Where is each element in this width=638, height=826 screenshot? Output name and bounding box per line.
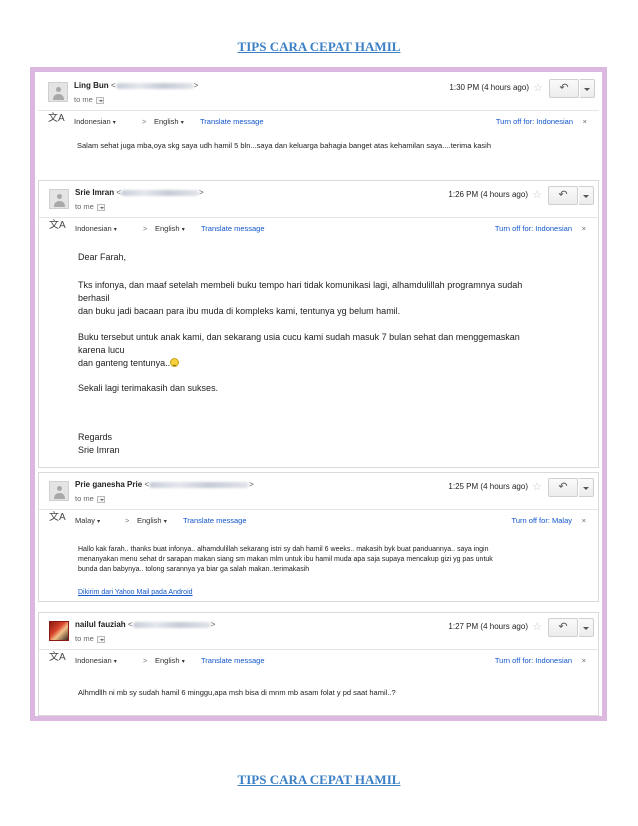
- email-paragraph-1: Tks infonya, dan maaf setelah membeli bu…: [78, 280, 523, 316]
- star-icon[interactable]: ☆: [533, 81, 543, 94]
- turn-off-translation-link[interactable]: Turn off for: Indonesian: [495, 656, 572, 665]
- recipient-line: to me: [75, 494, 105, 503]
- avatar: [48, 82, 68, 102]
- target-language-select[interactable]: English ▾: [137, 516, 167, 525]
- email-body: Hallo kak farah.. thanks buat infonya.. …: [78, 546, 493, 573]
- translation-bar: 文A Indonesian ▾ > English ▾ Translate me…: [39, 650, 598, 670]
- email-body: Salam sehat juga mba,oya skg saya udh ha…: [77, 141, 491, 150]
- turn-off-translation-link[interactable]: Turn off for: Indonesian: [496, 117, 573, 126]
- screenshot-frame: Ling Bun < > to me 1:30 PM (4 hours ago) …: [30, 67, 607, 721]
- email-time: 1:27 PM (4 hours ago): [448, 622, 528, 631]
- details-dropdown-icon[interactable]: [96, 495, 105, 503]
- source-language-select[interactable]: Malay ▾: [75, 516, 100, 525]
- redacted-email: [132, 621, 211, 628]
- source-language-select[interactable]: Indonesian ▾: [74, 117, 116, 126]
- email-body: Alhmdllh ni mb sy sudah hamil 6 minggu,a…: [78, 688, 396, 697]
- source-language-select[interactable]: Indonesian ▾: [75, 656, 117, 665]
- sender-line[interactable]: Prie ganesha Prie < >: [75, 480, 254, 489]
- more-options-button[interactable]: [579, 618, 594, 637]
- language-arrow: >: [143, 224, 148, 233]
- email-card-srie-imran: Srie Imran < > to me 1:26 PM (4 hours ago…: [38, 180, 599, 468]
- close-icon[interactable]: ×: [583, 117, 587, 126]
- email-signature: Regards Srie Imran: [78, 432, 120, 455]
- sender-name: Prie ganesha Prie: [75, 480, 143, 489]
- recipient-line: to me: [75, 634, 105, 643]
- turn-off-translation-link[interactable]: Turn off for: Indonesian: [495, 224, 572, 233]
- email-header: Srie Imran < > to me 1:26 PM (4 hours ago…: [39, 181, 598, 218]
- translation-bar: 文A Indonesian ▾ > English ▾ Translate me…: [39, 218, 598, 238]
- email-time: 1:30 PM (4 hours ago): [449, 83, 529, 92]
- redacted-email: [115, 82, 194, 89]
- sender-line[interactable]: Ling Bun < >: [74, 81, 198, 90]
- email-greeting: Dear Farah,: [78, 252, 127, 262]
- email-card-prie-ganesha: Prie ganesha Prie < > to me 1:25 PM (4 ho…: [38, 472, 599, 602]
- sender-name: nailul fauziah: [75, 620, 126, 629]
- avatar: [49, 189, 69, 209]
- star-icon[interactable]: ☆: [532, 480, 542, 493]
- close-icon[interactable]: ×: [582, 656, 586, 665]
- language-arrow: >: [143, 656, 148, 665]
- more-options-button[interactable]: [579, 478, 594, 497]
- translate-icon: 文A: [49, 652, 66, 663]
- email-header: nailul fauziah < > to me 1:27 PM (4 hours…: [39, 613, 598, 650]
- email-card-nailul-fauziah: nailul fauziah < > to me 1:27 PM (4 hours…: [38, 612, 599, 716]
- target-language-select[interactable]: English ▾: [155, 224, 185, 233]
- email-time: 1:25 PM (4 hours ago): [448, 482, 528, 491]
- reply-button[interactable]: ↶: [548, 186, 578, 205]
- translate-icon: 文A: [48, 113, 65, 124]
- translation-bar: 文A Malay ▾ > English ▾ Translate message…: [39, 510, 598, 530]
- translate-message-link[interactable]: Translate message: [201, 656, 265, 665]
- target-language-select[interactable]: English ▾: [154, 117, 184, 126]
- turn-off-translation-link[interactable]: Turn off for: Malay: [512, 516, 572, 525]
- redacted-email: [149, 481, 250, 488]
- translate-icon: 文A: [49, 512, 66, 523]
- source-language-select[interactable]: Indonesian ▾: [75, 224, 117, 233]
- reply-button[interactable]: ↶: [549, 79, 579, 98]
- close-icon[interactable]: ×: [582, 516, 586, 525]
- reply-button[interactable]: ↶: [548, 618, 578, 637]
- translate-message-link[interactable]: Translate message: [201, 224, 265, 233]
- email-card-ling-bun: Ling Bun < > to me 1:30 PM (4 hours ago) …: [38, 74, 599, 172]
- document-title-bottom: TIPS CARA CEPAT HAMIL: [237, 772, 401, 787]
- email-paragraph-2: Buku tersebut untuk anak kami, dan sekar…: [78, 332, 520, 368]
- more-options-button[interactable]: [579, 186, 594, 205]
- target-language-select[interactable]: English ▾: [155, 656, 185, 665]
- avatar: [49, 621, 69, 641]
- details-dropdown-icon[interactable]: [96, 203, 105, 211]
- avatar: [49, 481, 69, 501]
- sender-line[interactable]: Srie Imran < >: [75, 188, 204, 197]
- document-title-top: TIPS CARA CEPAT HAMIL: [237, 39, 401, 54]
- smiley-icon: [170, 358, 180, 367]
- star-icon[interactable]: ☆: [532, 620, 542, 633]
- language-arrow: >: [125, 516, 130, 525]
- translate-icon: 文A: [49, 220, 66, 231]
- reply-button[interactable]: ↶: [548, 478, 578, 497]
- more-options-button[interactable]: [580, 79, 595, 98]
- language-arrow: >: [142, 117, 147, 126]
- translate-message-link[interactable]: Translate message: [183, 516, 247, 525]
- sender-name: Srie Imran: [75, 188, 115, 197]
- details-dropdown-icon[interactable]: [95, 96, 104, 104]
- redacted-email: [121, 189, 200, 196]
- recipient-line: to me: [74, 95, 104, 104]
- close-icon[interactable]: ×: [582, 224, 586, 233]
- recipient-line: to me: [75, 202, 105, 211]
- yahoo-mail-link[interactable]: Dikirim dari Yahoo Mail pada Android: [78, 587, 193, 598]
- translate-message-link[interactable]: Translate message: [200, 117, 264, 126]
- email-header: Ling Bun < > to me 1:30 PM (4 hours ago) …: [38, 74, 599, 111]
- sender-line[interactable]: nailul fauziah < >: [75, 620, 215, 629]
- email-time: 1:26 PM (4 hours ago): [448, 190, 528, 199]
- star-icon[interactable]: ☆: [532, 188, 542, 201]
- email-header: Prie ganesha Prie < > to me 1:25 PM (4 ho…: [39, 473, 598, 510]
- details-dropdown-icon[interactable]: [96, 635, 105, 643]
- email-paragraph-3: Sekali lagi terimakasih dan sukses.: [78, 383, 219, 393]
- sender-name: Ling Bun: [74, 81, 109, 90]
- translation-bar: 文A Indonesian ▾ > English ▾ Translate me…: [38, 111, 599, 131]
